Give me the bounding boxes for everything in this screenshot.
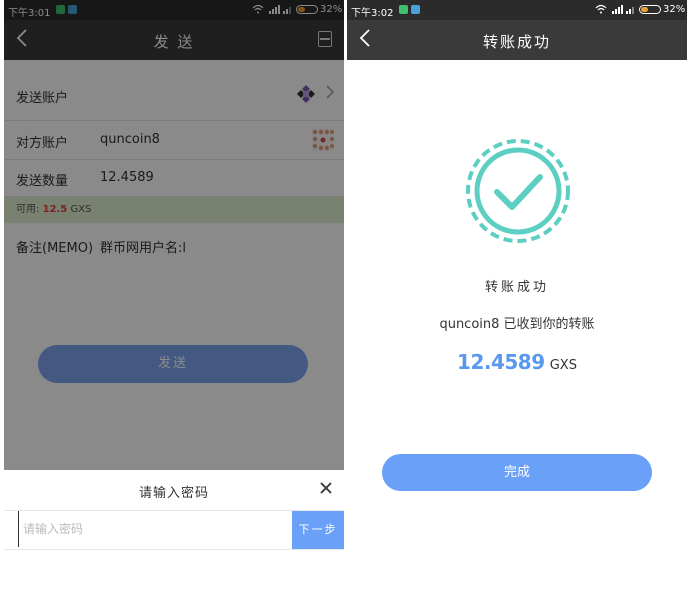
page-title: 转账成功	[482, 33, 551, 51]
success-screen: 下午3:02 32% 转账成功 转账成功 quncoin8 已收到你的转账 12…	[347, 0, 687, 611]
done-button[interactable]: 完成	[382, 454, 652, 491]
status-bar: 下午3:02 32%	[347, 0, 687, 20]
status-time: 下午3:02	[351, 8, 394, 19]
battery-icon	[639, 5, 661, 14]
signal-icon	[625, 4, 635, 17]
next-step-button[interactable]: 下一步	[292, 511, 344, 549]
dim-overlay[interactable]	[4, 0, 344, 470]
password-panel: 请输入密码 下一步	[4, 470, 344, 611]
success-message: quncoin8 已收到你的转账	[439, 317, 595, 332]
amount-unit: GXS	[549, 358, 577, 373]
app-notification-icon	[411, 5, 420, 14]
password-input[interactable]	[18, 511, 288, 547]
success-amount: 12.4589 GXS	[347, 350, 687, 374]
password-panel-title: 请输入密码	[138, 486, 209, 501]
signal-icon	[611, 4, 623, 17]
nav-bar: 转账成功	[347, 20, 687, 60]
success-title: 转账成功	[484, 280, 549, 295]
close-icon[interactable]	[320, 478, 332, 499]
amount-number: 12.4589	[457, 350, 545, 374]
app-notification-icon	[399, 5, 408, 14]
password-input-wrap: 下一步	[4, 510, 344, 550]
wifi-icon	[595, 4, 607, 17]
battery-percent: 32%	[663, 4, 686, 15]
send-screen: 下午3:01 32% 发 送 发送账户 对方账户 quncoin8 发送数量 1…	[4, 0, 344, 611]
success-check-icon	[464, 137, 572, 245]
